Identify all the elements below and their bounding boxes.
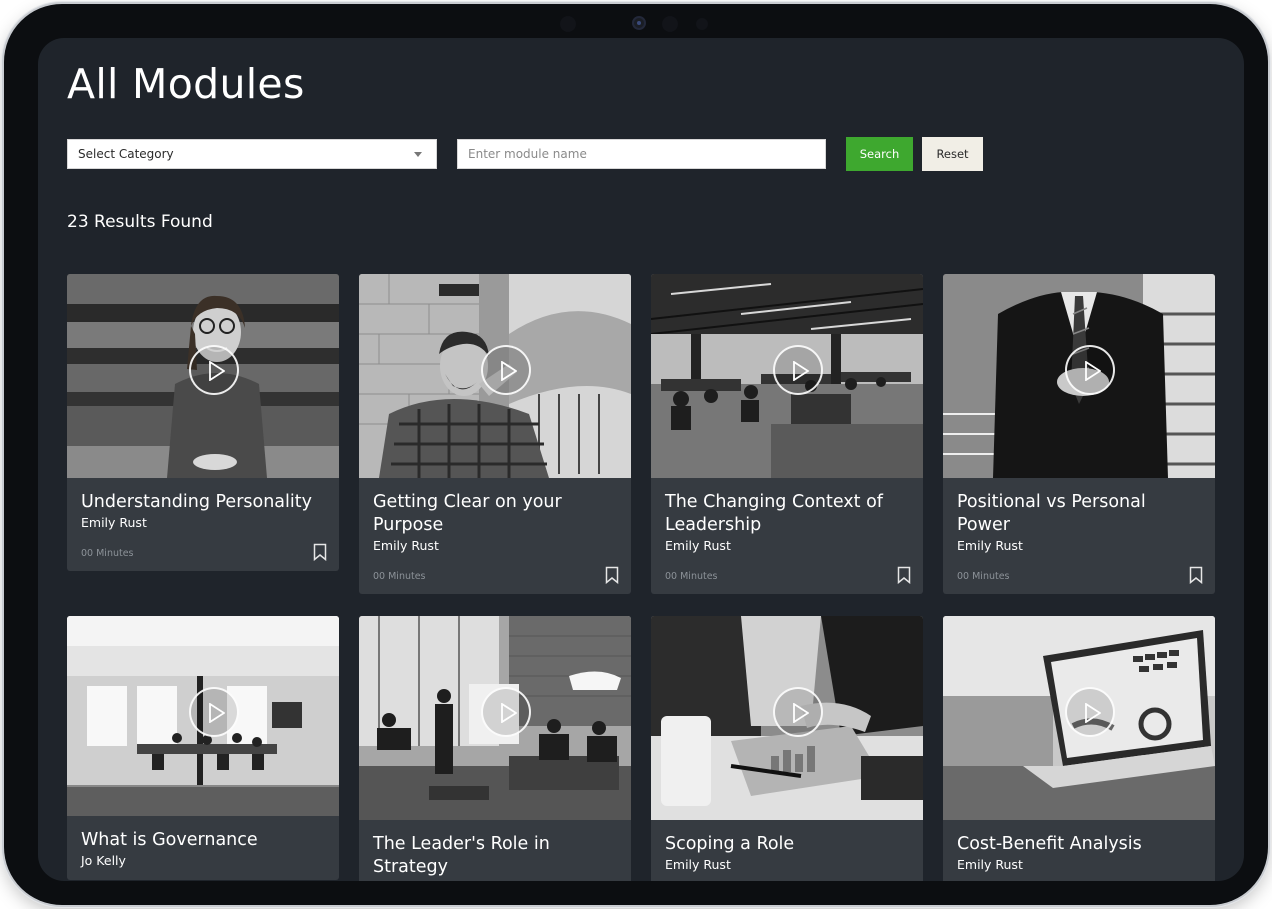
- module-card-body: Cost-Benefit Analysis Emily Rust: [943, 820, 1215, 881]
- sensor-dot: [560, 16, 576, 32]
- module-thumbnail: [67, 274, 339, 478]
- module-card-body: Scoping a Role Emily Rust: [651, 820, 923, 881]
- module-title: Positional vs Personal Power: [957, 492, 1146, 535]
- module-card[interactable]: Scoping a Role Emily Rust: [651, 616, 923, 881]
- bookmark-icon[interactable]: [897, 566, 911, 584]
- play-icon[interactable]: [189, 687, 239, 737]
- sensor-dot: [662, 16, 678, 32]
- module-card-body: Getting Clear on your Purpose Emily Rust…: [359, 478, 631, 594]
- module-thumbnail: [943, 616, 1215, 820]
- module-duration: 00 Minutes: [665, 571, 718, 582]
- module-title: What is Governance: [81, 830, 258, 850]
- module-card[interactable]: Understanding Personality Emily Rust 00 …: [67, 274, 339, 571]
- bookmark-icon[interactable]: [1189, 566, 1203, 584]
- module-thumbnail: [943, 274, 1215, 478]
- chevron-down-icon: [414, 152, 422, 157]
- bookmark-icon[interactable]: [313, 543, 327, 561]
- play-icon[interactable]: [481, 345, 531, 395]
- module-card[interactable]: What is Governance Jo Kelly: [67, 616, 339, 880]
- module-card-body: Positional vs Personal Power Emily Rust …: [943, 478, 1215, 594]
- page-title: All Modules: [67, 60, 305, 108]
- reset-button[interactable]: Reset: [922, 137, 983, 171]
- bookmark-icon[interactable]: [605, 566, 619, 584]
- module-name-input[interactable]: [457, 139, 826, 169]
- module-author: Emily Rust: [665, 538, 731, 553]
- tablet-frame: All Modules Select Category Search Reset…: [4, 4, 1268, 905]
- play-icon[interactable]: [189, 345, 239, 395]
- play-icon[interactable]: [481, 687, 531, 737]
- module-thumbnail: [651, 274, 923, 478]
- module-card[interactable]: Positional vs Personal Power Emily Rust …: [943, 274, 1215, 594]
- sensor-dot: [696, 18, 708, 30]
- module-card-body: The Changing Context of Leadership Emily…: [651, 478, 923, 594]
- play-icon[interactable]: [773, 345, 823, 395]
- module-author: Jo Kelly: [81, 853, 126, 868]
- module-card-body: The Leader's Role in Strategy: [359, 820, 631, 881]
- module-card[interactable]: The Changing Context of Leadership Emily…: [651, 274, 923, 594]
- camera-icon: [632, 16, 646, 30]
- module-card[interactable]: The Leader's Role in Strategy: [359, 616, 631, 881]
- module-duration: 00 Minutes: [957, 571, 1010, 582]
- module-title: The Changing Context of Leadership: [665, 492, 883, 535]
- module-title: Understanding Personality: [81, 492, 312, 512]
- module-title: The Leader's Role in Strategy: [373, 834, 550, 877]
- module-thumbnail: [359, 616, 631, 820]
- module-thumbnail: [67, 616, 339, 816]
- results-count: 23 Results Found: [67, 212, 213, 232]
- module-author: Emily Rust: [373, 538, 439, 553]
- category-select[interactable]: Select Category: [67, 139, 437, 169]
- search-button[interactable]: Search: [846, 137, 913, 171]
- module-author: Emily Rust: [81, 515, 147, 530]
- play-icon[interactable]: [1065, 345, 1115, 395]
- category-select-value: Select Category: [78, 147, 174, 161]
- module-card[interactable]: Cost-Benefit Analysis Emily Rust: [943, 616, 1215, 881]
- module-title: Scoping a Role: [665, 834, 795, 854]
- play-icon[interactable]: [1065, 687, 1115, 737]
- module-title: Getting Clear on your Purpose: [373, 492, 562, 535]
- module-duration: 00 Minutes: [81, 548, 134, 559]
- module-author: Emily Rust: [957, 857, 1023, 872]
- module-thumbnail: [359, 274, 631, 478]
- module-card-body: What is Governance Jo Kelly: [67, 816, 339, 880]
- module-card[interactable]: Getting Clear on your Purpose Emily Rust…: [359, 274, 631, 594]
- module-duration: 00 Minutes: [373, 571, 426, 582]
- module-card-body: Understanding Personality Emily Rust 00 …: [67, 478, 339, 571]
- module-thumbnail: [651, 616, 923, 820]
- module-title: Cost-Benefit Analysis: [957, 834, 1142, 854]
- play-icon[interactable]: [773, 687, 823, 737]
- module-author: Emily Rust: [665, 857, 731, 872]
- app-screen: All Modules Select Category Search Reset…: [38, 38, 1244, 881]
- module-author: Emily Rust: [957, 538, 1023, 553]
